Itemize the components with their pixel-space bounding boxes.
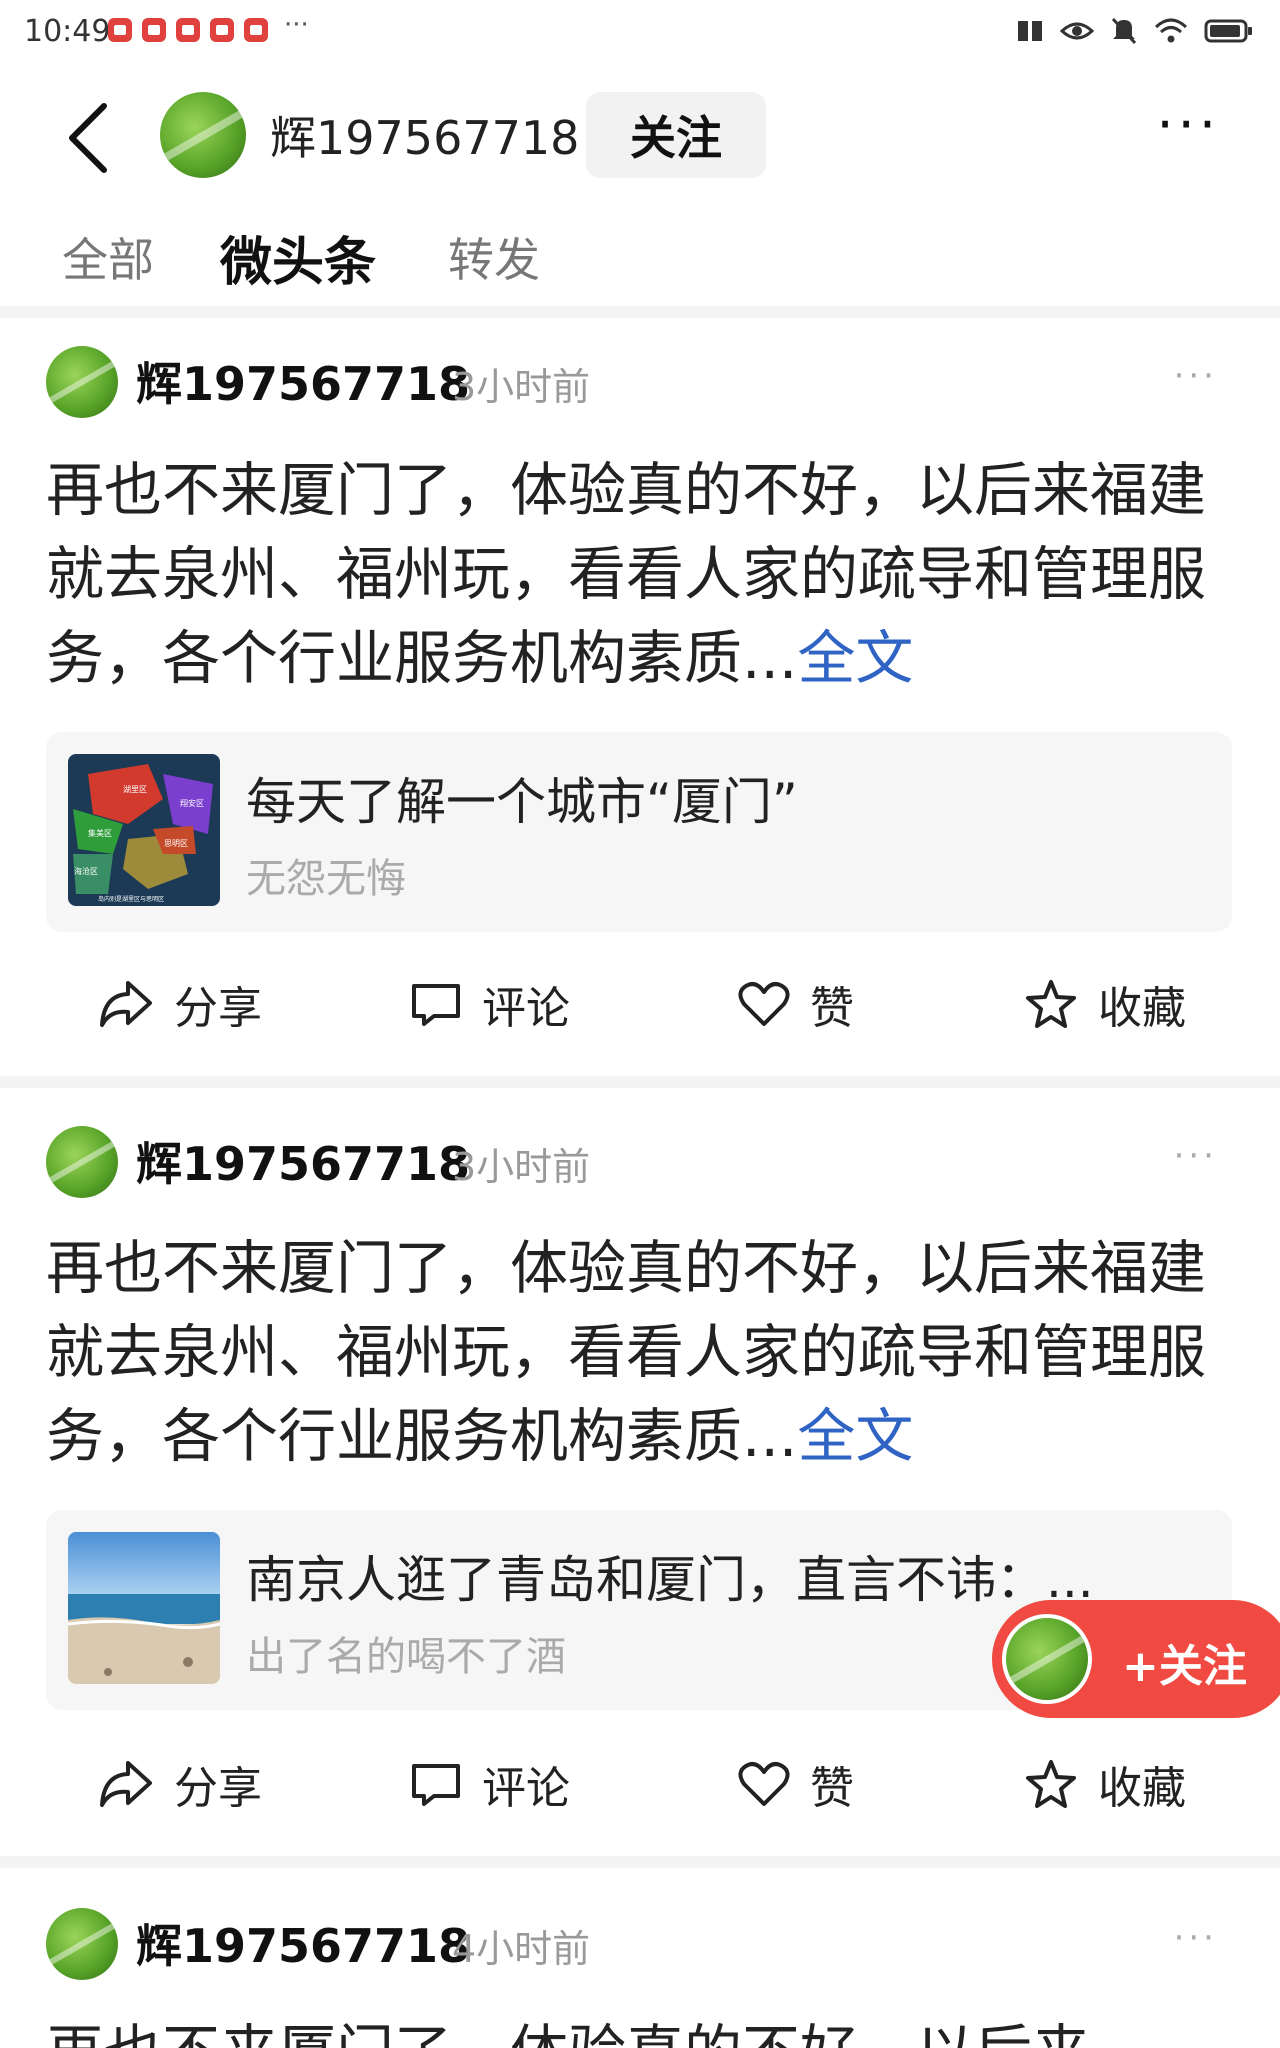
- battery-icon: [1204, 19, 1252, 43]
- section-divider: [0, 1856, 1280, 1868]
- mute-icon: [1111, 17, 1137, 45]
- comment-icon: [412, 984, 460, 1026]
- like-label: 赞: [810, 1763, 854, 1814]
- post-text: 再也不来厦门了，体验真的不好，以后来: [46, 2018, 1090, 2048]
- map-label: 湖里区: [123, 785, 147, 794]
- eye-icon: [1060, 22, 1094, 40]
- section-divider: [0, 1076, 1280, 1088]
- comment-label: 评论: [482, 983, 570, 1034]
- avatar[interactable]: [160, 92, 246, 178]
- like-button[interactable]: 赞: [738, 1752, 854, 1816]
- post-body[interactable]: 再也不来厦门了，体验真的不好，以后来福建就去泉州、福州玩，看看人家的疏导和管理服…: [46, 1226, 1246, 1478]
- favorite-button[interactable]: 收藏: [1024, 972, 1186, 1036]
- profile-username: 辉197567718: [270, 111, 580, 165]
- feed-post[interactable]: 辉197567718 3小时前 ··· 再也不来厦门了，体验真的不好，以后来福建…: [0, 318, 1280, 1074]
- follow-button[interactable]: 关注: [586, 92, 766, 178]
- comment-button[interactable]: 评论: [410, 1752, 570, 1816]
- tab-all[interactable]: 全部: [62, 224, 154, 290]
- post-author[interactable]: 辉197567718: [136, 348, 470, 414]
- post-more-button[interactable]: ···: [1174, 1918, 1218, 1958]
- avatar: [1002, 1614, 1092, 1704]
- post-text: 再也不来厦门了，体验真的不好，以后来福建就去泉州、福州玩，看看人家的疏导和管理服…: [46, 1234, 1207, 1470]
- share-icon: [100, 981, 152, 1027]
- beach-photo-thumbnail: [68, 1532, 220, 1684]
- post-actions: 分享 评论 赞 收藏: [0, 1752, 1280, 1842]
- map-label: 集美区: [88, 828, 112, 838]
- heart-icon: [738, 1762, 790, 1806]
- read-full-link[interactable]: 全文: [797, 624, 913, 692]
- notification-app-icon: [108, 18, 132, 42]
- tab-micro-headlines[interactable]: 微头条: [220, 220, 376, 295]
- notification-app-icon: [142, 18, 166, 42]
- status-time: 10:49: [24, 14, 111, 49]
- avatar[interactable]: [46, 346, 118, 418]
- post-body[interactable]: 再也不来厦门了，体验真的不好，以后来: [46, 2010, 1246, 2048]
- share-icon: [100, 1761, 152, 1807]
- read-full-link[interactable]: 全文: [797, 1402, 913, 1470]
- favorite-label: 收藏: [1098, 1763, 1186, 1814]
- post-body[interactable]: 再也不来厦门了，体验真的不好，以后来福建就去泉州、福州玩，看看人家的疏导和管理服…: [46, 448, 1246, 700]
- share-label: 分享: [174, 983, 262, 1034]
- star-icon: [1026, 980, 1076, 1028]
- wifi-icon: [1154, 18, 1188, 43]
- book-icon: [1018, 21, 1042, 41]
- content-tabs: 全部 微头条 转发: [0, 214, 1280, 304]
- floating-follow-button[interactable]: +关注: [992, 1600, 1280, 1718]
- post-text: 再也不来厦门了，体验真的不好，以后来福建就去泉州、福州玩，看看人家的疏导和管理服…: [46, 456, 1207, 692]
- comment-button[interactable]: 评论: [410, 972, 570, 1036]
- more-options-button[interactable]: ···: [1157, 98, 1221, 152]
- post-author[interactable]: 辉197567718: [136, 1128, 470, 1194]
- post-more-button[interactable]: ···: [1174, 1136, 1218, 1176]
- profile-header: 辉197567718 关注 ···: [0, 70, 1280, 200]
- like-button[interactable]: 赞: [738, 972, 854, 1036]
- notification-app-icon: [210, 18, 234, 42]
- tab-reposts[interactable]: 转发: [448, 224, 540, 290]
- star-icon: [1026, 1760, 1076, 1808]
- system-icons: [1016, 16, 1254, 46]
- post-author[interactable]: 辉197567718: [136, 1910, 470, 1976]
- card-subtitle: 无怨无悔: [246, 856, 406, 902]
- favorite-label: 收藏: [1098, 983, 1186, 1034]
- back-button[interactable]: [58, 98, 118, 178]
- avatar[interactable]: [46, 1126, 118, 1198]
- map-label: 翔安区: [180, 798, 204, 808]
- section-divider: [0, 306, 1280, 318]
- comment-label: 评论: [482, 1763, 570, 1814]
- feed-post[interactable]: 辉197567718 4小时前 ··· 再也不来厦门了，体验真的不好，以后来: [0, 1872, 1280, 2048]
- share-label: 分享: [174, 1763, 262, 1814]
- notification-app-icon: [176, 18, 200, 42]
- feed-post[interactable]: 辉197567718 3小时前 ··· 再也不来厦门了，体验真的不好，以后来福建…: [0, 1096, 1280, 1852]
- post-more-button[interactable]: ···: [1174, 356, 1218, 396]
- post-timestamp: 3小时前: [452, 365, 591, 409]
- floating-follow-label: +关注: [1122, 1641, 1247, 1692]
- post-timestamp: 4小时前: [452, 1927, 591, 1971]
- status-overflow: ···: [284, 10, 309, 40]
- card-title: 每天了解一个城市“厦门”: [246, 773, 798, 831]
- notification-app-icon: [244, 18, 268, 42]
- comment-icon: [412, 1764, 460, 1806]
- map-label: 思明区: [164, 839, 188, 848]
- map-caption: 岛内别是湖里区与思明区: [98, 895, 164, 903]
- notification-icons: [108, 18, 268, 42]
- status-bar: 10:49 ···: [0, 0, 1280, 64]
- xiamen-map-thumbnail: 湖里区 翔安区 集美区 海沧区 思明区 岛内别是湖里区与思明区: [68, 754, 220, 906]
- post-actions: 分享 评论 赞 收藏: [0, 972, 1280, 1062]
- post-timestamp: 3小时前: [452, 1145, 591, 1189]
- avatar[interactable]: [46, 1908, 118, 1980]
- like-label: 赞: [810, 983, 854, 1034]
- linked-article-card[interactable]: 湖里区 翔安区 集美区 海沧区 思明区 岛内别是湖里区与思明区 每天了解一个城市…: [46, 732, 1232, 932]
- favorite-button[interactable]: 收藏: [1024, 1752, 1186, 1816]
- card-subtitle: 出了名的喝不了酒: [246, 1634, 566, 1680]
- heart-icon: [738, 982, 790, 1026]
- share-button[interactable]: 分享: [98, 972, 262, 1036]
- map-label: 海沧区: [74, 866, 98, 876]
- share-button[interactable]: 分享: [98, 1752, 262, 1816]
- chevron-left-icon: [69, 103, 107, 173]
